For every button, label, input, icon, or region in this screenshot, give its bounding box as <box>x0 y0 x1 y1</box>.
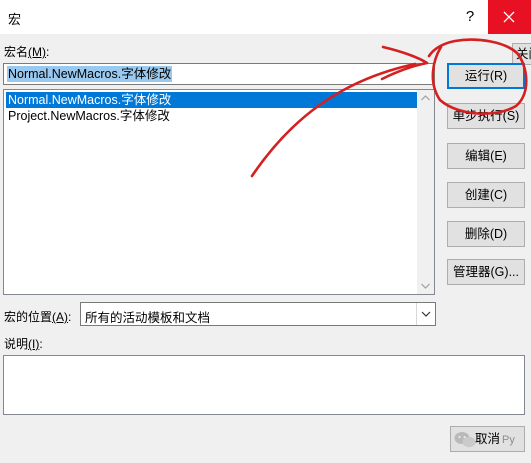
macro-list[interactable]: Normal.NewMacros.字体修改 Project.NewMacros.… <box>3 89 435 295</box>
macro-location-select[interactable]: 所有的活动模板和文档 <box>80 302 436 326</box>
dropdown-button[interactable] <box>416 303 435 325</box>
title-bar: 宏 ? <box>0 0 531 34</box>
scroll-up-icon[interactable] <box>417 90 434 107</box>
scroll-down-icon[interactable] <box>417 277 434 294</box>
close-icon <box>503 11 515 23</box>
close-button[interactable] <box>488 0 531 34</box>
macro-location-label: 宏的位置(A): <box>4 310 72 324</box>
close-dialog-button[interactable]: 关闭 <box>512 43 531 65</box>
watermark-text: Py <box>502 434 515 446</box>
description-box <box>3 355 525 415</box>
organizer-button[interactable]: 管理器(G)... <box>447 259 525 285</box>
run-button[interactable]: 运行(R) <box>447 63 525 89</box>
chevron-down-icon <box>421 311 431 317</box>
macro-name-input[interactable]: Normal.NewMacros.字体修改 <box>3 63 435 85</box>
description-label: 说明(I): <box>4 337 43 351</box>
help-button[interactable]: ? <box>452 0 488 34</box>
list-scrollbar[interactable] <box>417 90 434 294</box>
step-into-button[interactable]: 单步执行(S) <box>447 103 525 129</box>
window-title: 宏 <box>8 12 22 27</box>
macro-location-value: 所有的活动模板和文档 <box>85 311 211 325</box>
delete-button[interactable]: 删除(D) <box>447 221 525 247</box>
create-button[interactable]: 创建(C) <box>447 182 525 208</box>
list-item[interactable]: Project.NewMacros.字体修改 <box>6 108 420 124</box>
edit-button[interactable]: 编辑(E) <box>447 143 525 169</box>
wechat-logo-icon <box>454 432 476 448</box>
list-item[interactable]: Normal.NewMacros.字体修改 <box>6 92 420 108</box>
macro-name-label: 宏名(M): <box>4 45 50 59</box>
help-icon: ? <box>465 8 475 25</box>
macro-name-value: Normal.NewMacros.字体修改 <box>7 66 173 82</box>
